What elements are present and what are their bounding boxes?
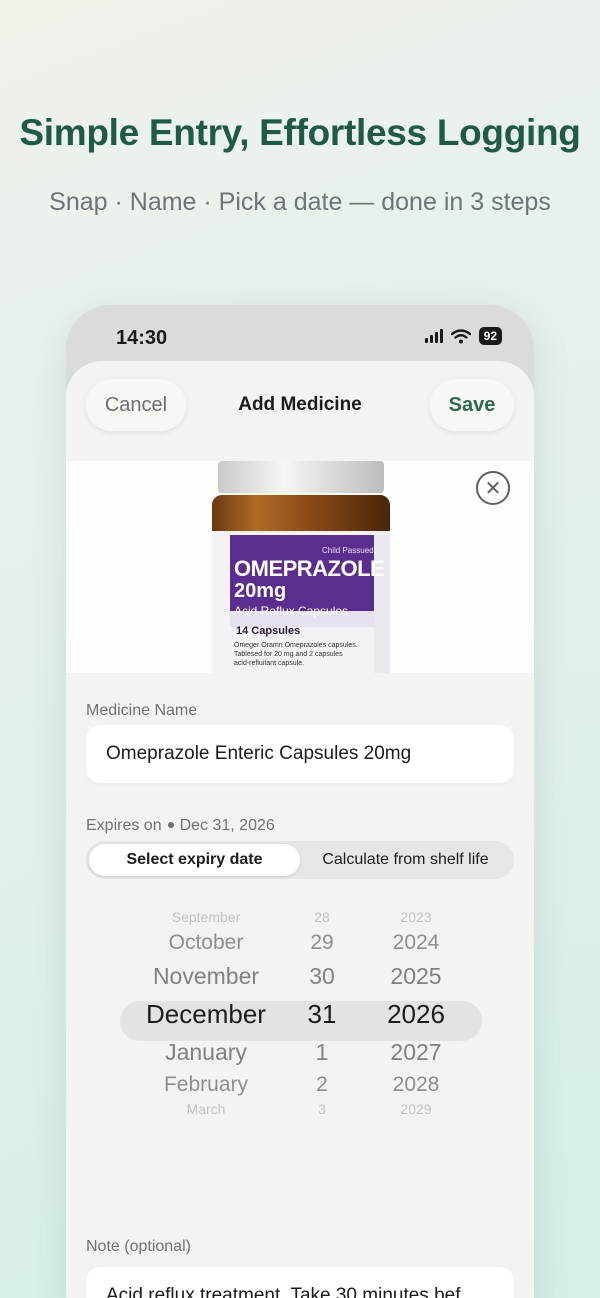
- label-count: 14 Capsules: [236, 625, 301, 637]
- year-option[interactable]: 2026: [366, 999, 466, 1030]
- save-button[interactable]: Save: [430, 379, 514, 431]
- month-option[interactable]: October: [136, 931, 276, 955]
- expiry-label: Expires on: [86, 817, 162, 834]
- status-icons: 92: [424, 327, 502, 345]
- signal-icon: [424, 329, 443, 343]
- month-option[interactable]: November: [136, 963, 276, 990]
- label-strength: 20mg: [234, 580, 287, 602]
- close-circle-icon[interactable]: ✕: [476, 471, 510, 505]
- subline: Snap · Name · Pick a date — done in 3 st…: [49, 188, 551, 216]
- add-medicine-sheet: Cancel Add Medicine Save Child Passued O…: [66, 361, 534, 1298]
- day-option[interactable]: 2: [288, 1073, 356, 1097]
- label-fine-print-2: Tablesed for 20 mg and 2 capsules: [234, 651, 343, 658]
- expiry-mode-segmented-control: Select expiry date Calculate from shelf …: [86, 841, 514, 879]
- note-field[interactable]: Acid reflux treatment. Take 30 minutes b…: [86, 1267, 514, 1298]
- year-option[interactable]: 2023: [366, 909, 466, 925]
- expiry-date: Dec 31, 2026: [179, 817, 275, 834]
- segment-select-expiry-date[interactable]: Select expiry date: [89, 844, 300, 876]
- month-option[interactable]: January: [136, 1039, 276, 1066]
- label-type: Acid Reflux Capsules: [234, 604, 349, 618]
- medicine-name-field[interactable]: Omeprazole Enteric Capsules 20mg: [86, 725, 514, 783]
- segment-calculate-from-shelf-life[interactable]: Calculate from shelf life: [300, 844, 511, 876]
- label-tag: Child Passued: [322, 546, 374, 555]
- medicine-photo: Child Passued OMEPRAZOLE 20mg Acid Reflu…: [66, 461, 534, 673]
- separator-dot: [167, 821, 174, 828]
- day-option[interactable]: 3: [288, 1101, 356, 1117]
- date-picker[interactable]: September October November December January F…: [66, 901, 534, 1141]
- day-option[interactable]: 28: [288, 909, 356, 925]
- label-brand: OMEPRAZOLE: [234, 556, 385, 581]
- day-wheel[interactable]: 28 29 30 31 1 2 3: [288, 901, 356, 1141]
- headline: Simple Entry, Effortless Logging: [19, 112, 581, 153]
- year-option[interactable]: 2028: [366, 1073, 466, 1097]
- year-option[interactable]: 2027: [366, 1039, 466, 1066]
- day-option[interactable]: 31: [288, 999, 356, 1030]
- label-fine-print-3: acid-refluitant capsule.: [234, 660, 305, 667]
- note-label: Note (optional): [86, 1238, 191, 1255]
- day-option[interactable]: 1: [288, 1039, 356, 1066]
- year-option[interactable]: 2024: [366, 931, 466, 955]
- battery-icon: 92: [478, 327, 502, 345]
- cancel-button[interactable]: Cancel: [86, 379, 186, 431]
- month-wheel[interactable]: September October November December January F…: [136, 901, 276, 1141]
- status-time: 14:30: [116, 327, 168, 349]
- month-option[interactable]: March: [136, 1101, 276, 1117]
- month-option[interactable]: February: [136, 1073, 276, 1097]
- month-option[interactable]: September: [136, 909, 276, 925]
- year-wheel[interactable]: 2023 2024 2025 2026 2027 2028 2029: [366, 901, 466, 1141]
- day-option[interactable]: 30: [288, 963, 356, 990]
- phone-frame: 14:30 92 Cancel Add Medicine Save Child …: [66, 305, 534, 1298]
- day-option[interactable]: 29: [288, 931, 356, 955]
- year-option[interactable]: 2029: [366, 1101, 466, 1117]
- medicine-name-label: Medicine Name: [86, 702, 198, 719]
- month-option[interactable]: December: [136, 999, 276, 1030]
- expiry-label-row: Expires on Dec 31, 2026: [86, 817, 275, 835]
- label-fine-print-1: Omeger Oramn Omeprazoles capsules.: [234, 642, 358, 649]
- year-option[interactable]: 2025: [366, 963, 466, 990]
- wifi-icon: [450, 328, 471, 343]
